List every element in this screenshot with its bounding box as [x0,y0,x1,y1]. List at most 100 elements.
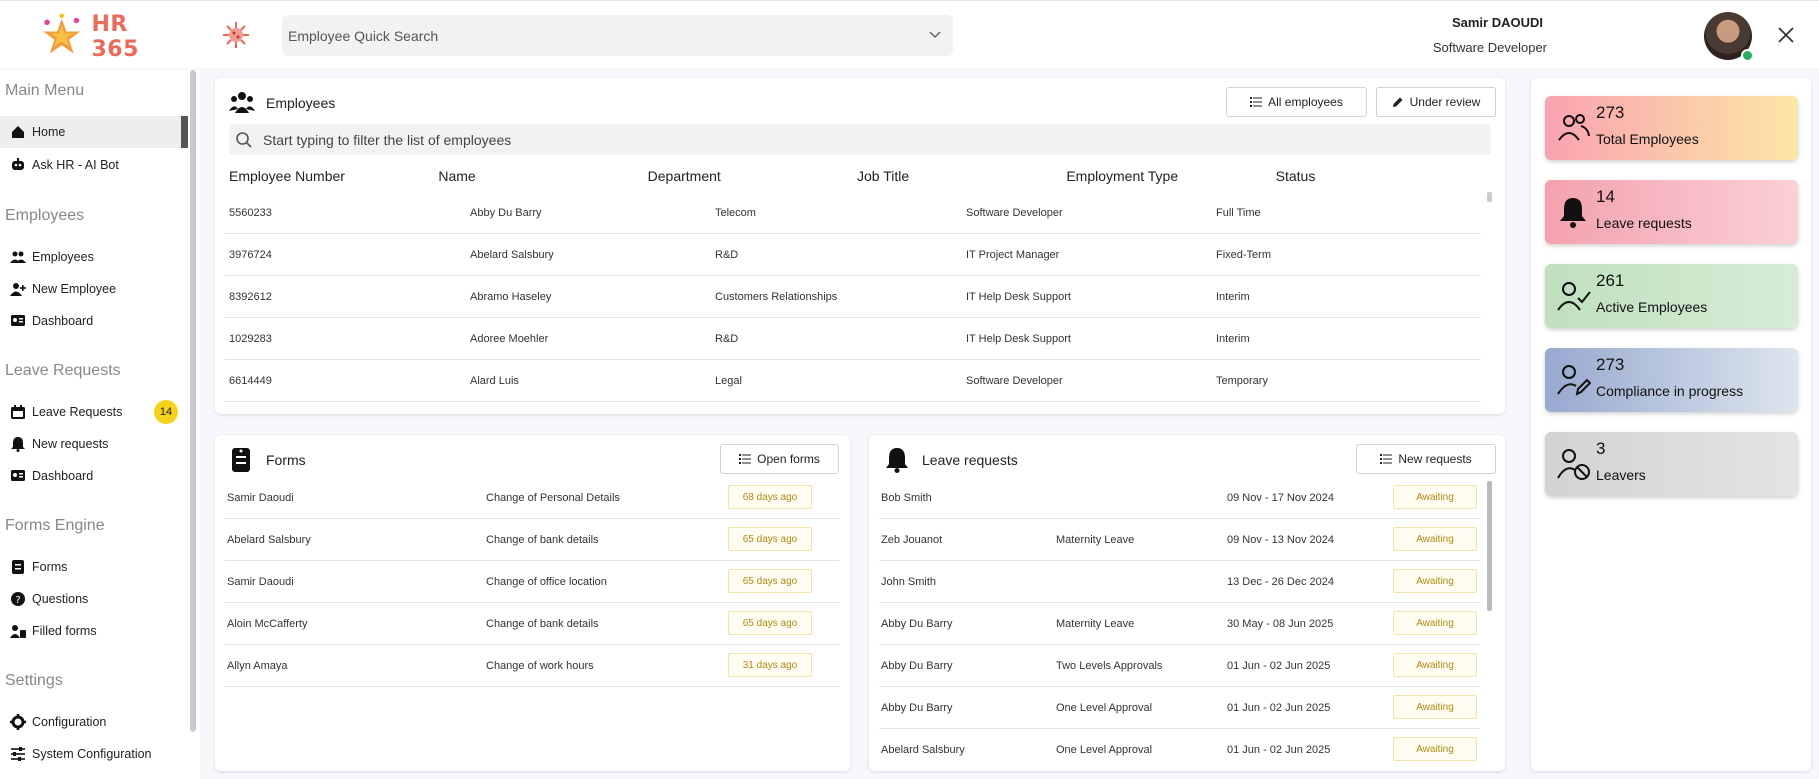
leave-employee: Abby Du Barry [881,660,953,672]
table-row[interactable]: 8392612 Abramo Haseley Customers Relatio… [225,276,1481,318]
cell-number: 1029283 [229,332,272,345]
sidebar-item-forms[interactable]: Forms [0,551,188,583]
employees-scrollbar[interactable] [1487,192,1492,202]
sidebar-item-home[interactable]: Home [0,116,188,148]
chevron-down-icon[interactable] [927,27,943,43]
user-edit-icon [1557,365,1591,396]
button-label: Under review [1409,95,1481,109]
sidebar-item-ask-hr[interactable]: Ask HR - AI Bot [0,149,188,181]
sidebar-item-filled-forms[interactable]: Filled forms [0,615,188,647]
table-row[interactable]: 3976724 Abelard Salsbury R&D IT Project … [225,234,1481,276]
status-badge: Awaiting [1393,737,1477,761]
close-icon[interactable] [1776,25,1796,45]
cell-type: Temporary [1216,374,1268,387]
user-role: Software Developer [1432,40,1547,55]
status-badge: Awaiting [1393,485,1477,509]
stat-total-employees[interactable]: 273 Total Employees [1545,96,1798,160]
list-item[interactable]: Bob Smith 09 Nov - 17 Nov 2024 Awaiting [879,477,1480,519]
list-item[interactable]: Samir Daoudi Change of Personal Details … [225,477,839,519]
employees-card: Employees All employees Under review Sta… [215,78,1505,414]
cell-name: Alard Luis [470,374,519,387]
sidebar-item-employees-dashboard[interactable]: Dashboard [0,305,188,337]
list-icon [1250,97,1263,107]
list-item[interactable]: John Smith 13 Dec - 26 Dec 2024 Awaiting [879,561,1480,603]
form-submitter: Allyn Amaya [227,660,288,672]
cell-department: R&D [715,248,739,261]
all-employees-button[interactable]: All employees [1226,87,1367,117]
sidebar-item-label: Dashboard [32,469,94,483]
age-badge: 65 days ago [728,569,812,593]
stat-label: Total Employees [1596,131,1699,147]
search-icon [236,131,252,148]
sidebar-item-new-employee[interactable]: New Employee [0,273,188,305]
form-icon [232,448,250,472]
bell-icon [886,448,908,473]
age-badge: 65 days ago [728,527,812,551]
new-requests-button[interactable]: New requests [1356,444,1496,474]
age-badge: 31 days ago [728,653,812,677]
list-item[interactable]: Abby Du Barry One Level Approval 01 Jun … [879,687,1480,729]
col-job-title[interactable]: Job Title [857,168,1066,190]
cell-job: IT Help Desk Support [966,290,1071,303]
user-doc-icon [10,625,26,638]
sidebar-item-questions[interactable]: ? Questions [0,583,188,615]
section-main-menu: Main Menu [5,82,85,99]
leave-employee: Abby Du Barry [881,618,953,630]
table-row[interactable]: 5560233 Abby Du Barry Telecom Software D… [225,192,1481,234]
table-row[interactable]: 6614449 Alard Luis Legal Software Develo… [225,360,1481,402]
employee-filter-input[interactable]: Start typing to filter the list of emplo… [229,124,1491,155]
employee-quick-search[interactable]: Employee Quick Search [282,15,953,56]
question-icon: ? [11,592,25,606]
open-forms-button[interactable]: Open forms [720,444,839,474]
sidebar-item-label: Filled forms [32,624,97,638]
user-name: Samir DAOUDI [1451,15,1543,30]
bell-icon [11,437,25,452]
cell-number: 3976724 [229,248,272,261]
list-item[interactable]: Allyn Amaya Change of work hours 31 days… [225,645,839,687]
sidebar-item-label: Leave Requests [32,405,123,419]
avatar[interactable] [1704,12,1754,62]
age-badge: 68 days ago [728,485,812,509]
list-item[interactable]: Zeb Jouanot Maternity Leave 09 Nov - 13 … [879,519,1480,561]
col-status[interactable]: Status [1276,168,1485,190]
form-name: Change of bank details [486,534,599,546]
employees-title: Employees [266,95,336,111]
stat-value: 261 [1596,271,1625,290]
app-logo[interactable]: HR 365 [36,11,176,63]
cell-department: R&D [715,332,739,345]
users-icon [229,92,255,113]
sidebar-item-configuration[interactable]: Configuration [0,706,188,738]
sidebar-item-leave-dashboard[interactable]: Dashboard [0,460,188,492]
leave-dates: 30 May - 08 Jun 2025 [1227,618,1334,630]
status-badge: Awaiting [1393,569,1477,593]
col-department[interactable]: Department [648,168,857,190]
col-employee-number[interactable]: Employee Number [229,168,438,190]
under-review-button[interactable]: Under review [1376,87,1496,117]
sidebar-scrollbar[interactable] [190,70,196,732]
col-name[interactable]: Name [438,168,647,190]
stat-leave-requests[interactable]: 14 Leave requests [1545,180,1798,244]
list-item[interactable]: Samir Daoudi Change of office location 6… [225,561,839,603]
table-row[interactable]: 1029283 Adoree Moehler R&D IT Help Desk … [225,318,1481,360]
sidebar-item-system-configuration[interactable]: System Configuration [0,738,188,770]
list-item[interactable]: Abby Du Barry Two Levels Approvals 01 Ju… [879,645,1480,687]
list-item[interactable]: Abelard Salsbury One Level Approval 01 J… [879,729,1480,771]
top-bar: HR 365 Employee Quick Search Samir DAOUD… [0,0,1819,68]
virus-icon[interactable] [220,19,252,51]
stat-leavers[interactable]: 3 Leavers [1545,432,1798,496]
sidebar-item-employees[interactable]: Employees [0,241,188,273]
home-icon [12,126,24,138]
dashboard-icon [11,470,25,481]
dashboard-icon [11,315,25,326]
list-item[interactable]: Aloin McCafferty Change of bank details … [225,603,839,645]
list-item[interactable]: Abelard Salsbury Change of bank details … [225,519,839,561]
col-employment-type[interactable]: Employment Type [1066,168,1275,190]
star-logo-icon [43,13,81,54]
cell-job: Software Developer [966,374,1063,387]
stat-compliance-in-progress[interactable]: 273 Compliance in progress [1545,348,1798,412]
stat-active-employees[interactable]: 261 Active Employees [1545,264,1798,328]
sidebar-item-new-requests[interactable]: New requests [0,428,188,460]
sidebar-item-label: Configuration [32,715,107,729]
list-item[interactable]: Abby Du Barry Maternity Leave 30 May - 0… [879,603,1480,645]
leave-requests-scrollbar[interactable] [1487,481,1492,611]
